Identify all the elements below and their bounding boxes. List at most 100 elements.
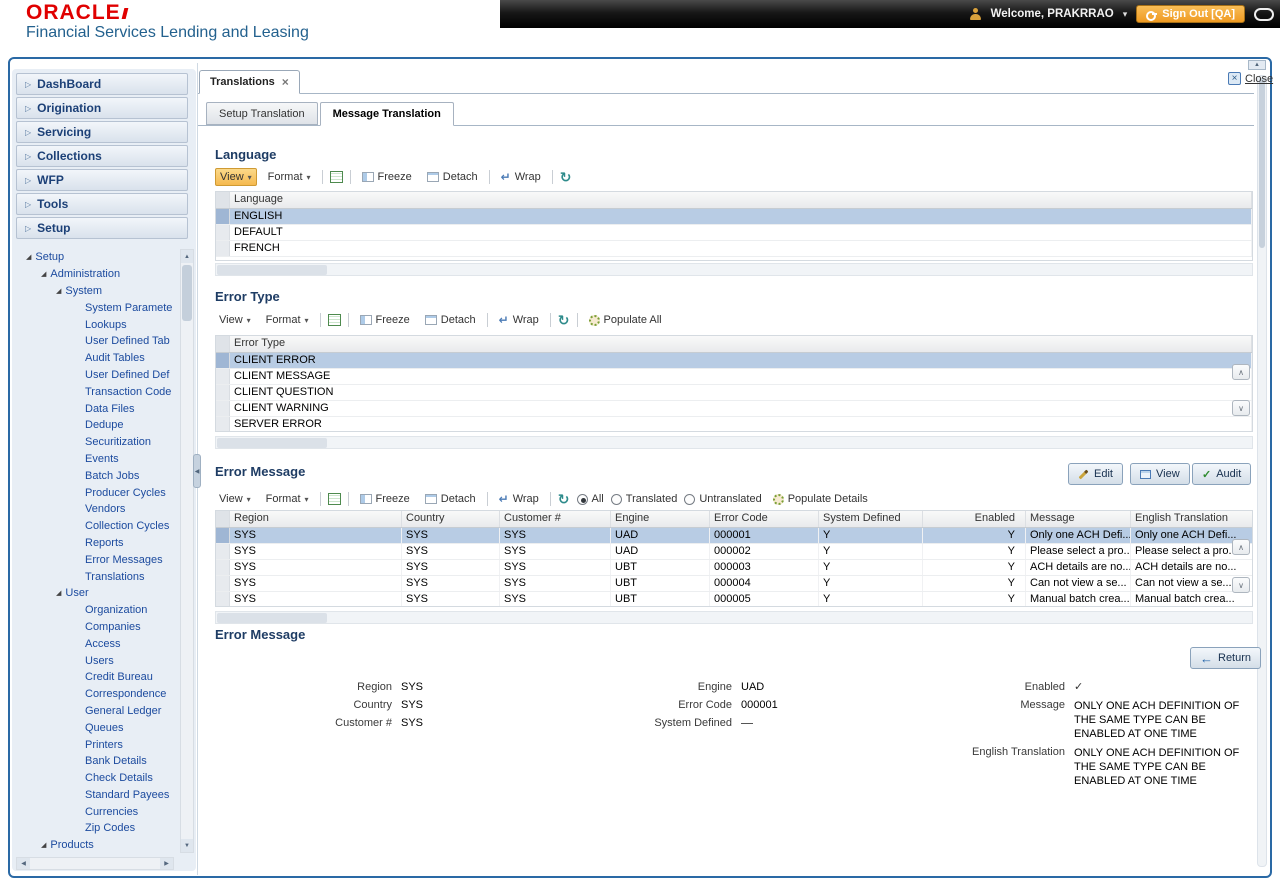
row-selector[interactable] <box>216 209 230 224</box>
row-selector[interactable] <box>216 225 230 240</box>
refresh-icon[interactable]: ↻ <box>560 169 572 186</box>
scroll-up-icon[interactable]: ▲ <box>181 250 193 263</box>
detach-button[interactable]: Detach <box>421 312 480 328</box>
wrap-button[interactable]: ↵ Wrap <box>495 311 543 329</box>
column-header[interactable]: Country <box>402 511 500 527</box>
scrollbar-thumb[interactable] <box>217 265 327 275</box>
table-row[interactable]: SYS SYS SYS UBT 000004 Y Y Can not view a se...… <box>216 576 1252 592</box>
tree-vertical-scrollbar[interactable]: ▲ ▼ <box>180 249 194 853</box>
scroll-up-icon[interactable]: ▲ <box>1248 60 1266 70</box>
scroll-left-icon[interactable]: ◀ <box>17 858 30 869</box>
row-selector[interactable] <box>216 528 230 543</box>
sidebar-item-setup[interactable]: ▷ Setup <box>16 217 188 239</box>
row-selector[interactable] <box>216 385 230 400</box>
wrap-button[interactable]: ↵ Wrap <box>497 168 545 186</box>
refresh-icon[interactable]: ↻ <box>558 312 570 329</box>
scrollbar-thumb[interactable] <box>182 265 192 321</box>
export-to-excel-icon[interactable] <box>329 171 343 183</box>
tree-item[interactable]: Events <box>14 451 176 468</box>
expanded-node-icon[interactable]: ◢ <box>41 841 46 849</box>
expanded-node-icon[interactable]: ◢ <box>26 253 31 261</box>
column-header-error-type[interactable]: Error Type <box>230 336 1252 352</box>
sidebar-item-origination[interactable]: ▷ Origination <box>16 97 188 119</box>
tab-setup-translation[interactable]: Setup Translation <box>206 102 318 125</box>
scroll-up-icon[interactable]: ∧ <box>1232 539 1250 555</box>
detach-button[interactable]: Detach <box>421 491 480 507</box>
format-menu-button[interactable]: Format ▾ <box>262 312 313 328</box>
tree-item[interactable]: Batch Jobs <box>14 467 176 484</box>
sidebar-item-dashboard[interactable]: ▷ DashBoard <box>16 73 188 95</box>
column-header-language[interactable]: Language <box>230 192 1252 208</box>
sidebar-item-tools[interactable]: ▷ Tools <box>16 193 188 215</box>
format-menu-button[interactable]: Format ▾ <box>262 491 313 507</box>
export-to-excel-icon[interactable] <box>327 314 341 326</box>
row-selector[interactable] <box>216 241 230 256</box>
tree-item[interactable]: Organization <box>14 602 176 619</box>
tree-item[interactable]: Zip Codes <box>14 820 176 837</box>
tree-item[interactable]: Transaction Code <box>14 383 176 400</box>
refresh-icon[interactable]: ↻ <box>558 491 570 508</box>
audit-button[interactable]: ✓ Audit <box>1192 463 1252 485</box>
table-row[interactable]: CLIENT WARNING <box>216 401 1252 417</box>
tab-translations[interactable]: Translations × <box>199 70 300 94</box>
filter-untranslated-radio[interactable]: Untranslated <box>684 493 762 505</box>
tree-item[interactable]: User Defined Tab <box>14 333 176 350</box>
tree-item[interactable]: ◢ Products <box>14 837 176 853</box>
status-oval-icon[interactable] <box>1254 7 1274 21</box>
tab-close-icon[interactable]: × <box>282 75 289 89</box>
table-row[interactable]: SYS SYS SYS UBT 000003 Y Y ACH details are no..… <box>216 560 1252 576</box>
error-message-table-hscroll[interactable] <box>215 611 1253 624</box>
table-row[interactable]: CLIENT MESSAGE <box>216 369 1252 385</box>
table-row[interactable]: DEFAULT <box>216 225 1252 241</box>
table-row[interactable]: SYS SYS SYS UAD 000001 Y Y Only one ACH Defi...… <box>216 528 1252 544</box>
freeze-button[interactable]: Freeze <box>356 312 414 328</box>
tree-item[interactable]: System Paramete <box>14 299 176 316</box>
tree-item[interactable]: Error Messages <box>14 551 176 568</box>
tree-item[interactable]: Standard Payees <box>14 787 176 804</box>
edit-button[interactable]: Edit <box>1068 463 1123 485</box>
table-row[interactable]: CLIENT ERROR <box>216 353 1252 369</box>
content-vertical-scrollbar[interactable] <box>1257 75 1267 867</box>
table-row[interactable]: SERVER ERROR <box>216 417 1252 431</box>
filter-translated-radio[interactable]: Translated <box>610 493 677 505</box>
return-button[interactable]: ← Return <box>1190 647 1262 669</box>
tree-item[interactable]: ◢ System <box>14 283 176 300</box>
column-header[interactable]: Enabled <box>923 511 1026 527</box>
sign-out-button[interactable]: Sign Out [QA] <box>1136 5 1245 23</box>
tree-item[interactable]: Translations <box>14 568 176 585</box>
table-row[interactable]: SYS SYS SYS UAD 000002 Y Y Please select a pro.… <box>216 544 1252 560</box>
tree-item[interactable]: Queues <box>14 719 176 736</box>
column-header[interactable]: Engine <box>611 511 710 527</box>
scrollbar-thumb[interactable] <box>217 438 327 448</box>
tab-message-translation[interactable]: Message Translation <box>319 102 454 126</box>
row-selector[interactable] <box>216 401 230 416</box>
row-selector[interactable] <box>216 353 230 368</box>
scroll-right-icon[interactable]: ▶ <box>160 858 173 869</box>
view-menu-button[interactable]: View ▾ <box>215 312 255 328</box>
tree-item[interactable]: ◢ User <box>14 585 176 602</box>
tree-item[interactable]: Bank Details <box>14 753 176 770</box>
tree-item[interactable]: Vendors <box>14 501 176 518</box>
table-row[interactable]: ENGLISH <box>216 209 1252 225</box>
table-row[interactable]: FRENCH <box>216 241 1252 257</box>
populate-all-button[interactable]: Populate All <box>585 312 666 328</box>
detach-button[interactable]: Detach <box>423 169 482 185</box>
tree-item[interactable]: Credit Bureau <box>14 669 176 686</box>
sidebar-item-wfp[interactable]: ▷ WFP <box>16 169 188 191</box>
tree-item[interactable]: Companies <box>14 619 176 636</box>
row-selector[interactable] <box>216 417 230 431</box>
tree-horizontal-scrollbar[interactable]: ◀ ▶ <box>16 857 174 870</box>
view-menu-button[interactable]: View ▾ <box>215 491 255 507</box>
column-header[interactable]: System Defined <box>819 511 923 527</box>
column-header[interactable]: Region <box>230 511 402 527</box>
format-menu-button[interactable]: Format ▾ <box>264 169 315 185</box>
tree-item[interactable]: Data Files <box>14 400 176 417</box>
column-header[interactable]: English Translation <box>1131 511 1252 527</box>
close-button[interactable]: × Close <box>1228 72 1273 85</box>
scrollbar-thumb[interactable] <box>217 613 327 623</box>
row-selector[interactable] <box>216 369 230 384</box>
sidebar-collapse-handle[interactable]: ◀ <box>193 454 201 488</box>
row-selector[interactable] <box>216 576 230 591</box>
welcome-menu[interactable]: Welcome, PRAKRRAO <box>991 8 1114 20</box>
sidebar-item-servicing[interactable]: ▷ Servicing <box>16 121 188 143</box>
